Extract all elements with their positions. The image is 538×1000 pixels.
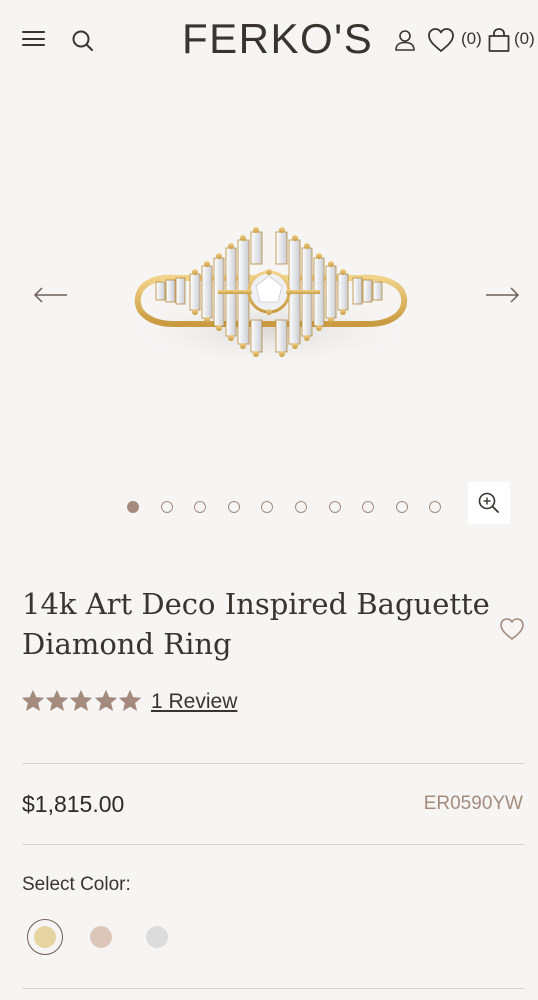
product-gallery [0,80,538,540]
divider [22,988,524,989]
star-icon [70,690,93,712]
product-title: 14k Art Deco Inspired Baguette Diamond R… [22,584,492,664]
star-icon [22,690,44,712]
carousel-dot[interactable] [194,501,207,513]
product-title-line2: Diamond Ring [22,627,232,661]
site-header: FERKO'S (0) (0) [0,0,538,80]
arrow-left-icon[interactable] [33,284,69,306]
product-sku: ER0590YW [423,793,523,814]
color-swatch-white-gold[interactable] [146,926,168,948]
product-title-line1: 14k Art Deco Inspired Baguette [22,587,490,621]
select-color-label: Select Color: [22,874,131,895]
reviews-link[interactable]: 1 Review [151,690,237,714]
zoom-button[interactable] [468,482,510,524]
star-rating [22,690,146,714]
wishlist-icon[interactable] [427,27,455,53]
wishlist-count[interactable]: (0) [461,29,482,49]
carousel-dot[interactable] [328,501,341,513]
carousel-dot[interactable] [227,501,240,513]
zoom-in-icon [478,492,499,513]
menu-icon[interactable] [22,31,46,49]
carousel-dot[interactable] [362,501,375,513]
star-icon [46,690,69,712]
carousel-dot[interactable] [127,501,139,513]
add-to-wishlist-heart-icon[interactable] [499,617,525,641]
carousel-dot[interactable] [160,501,173,513]
account-icon[interactable] [393,28,417,52]
brand-logo[interactable]: FERKO'S [182,14,372,64]
carousel-dot[interactable] [295,501,307,513]
divider [22,844,524,845]
carousel-pagination [127,501,447,513]
arrow-right-icon[interactable] [484,284,520,306]
carousel-dot[interactable] [261,501,274,513]
color-swatch-rose-gold[interactable] [90,926,112,948]
shopping-bag-icon[interactable] [487,27,511,53]
divider [22,763,524,764]
star-icon [94,690,117,712]
carousel-dot[interactable] [429,501,442,513]
star-icon [118,690,141,712]
product-image [121,227,417,370]
cart-count[interactable]: (0) [514,29,535,49]
selected-swatch-ring [27,919,63,955]
product-price: $1,815.00 [22,791,125,817]
search-icon[interactable] [70,28,96,54]
carousel-dot[interactable] [395,501,408,513]
